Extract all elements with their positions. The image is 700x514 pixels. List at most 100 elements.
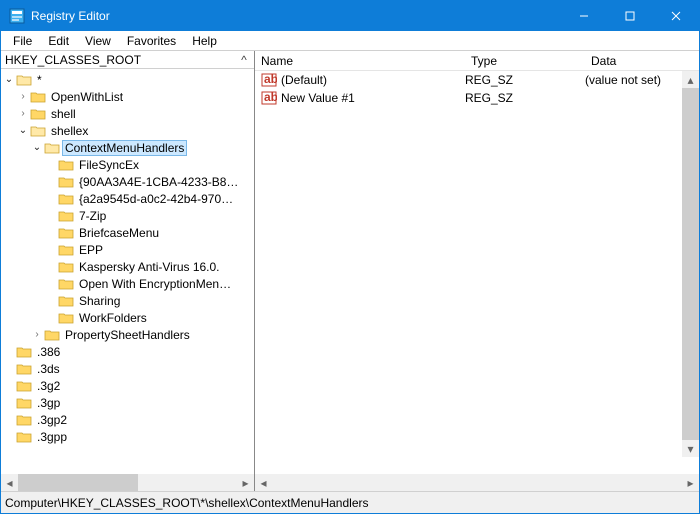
collapse-icon[interactable]: ⌄ [17, 125, 29, 136]
list-row[interactable]: ab New Value #1REG_SZ [255, 89, 699, 107]
scroll-right-icon[interactable]: ▸ [682, 474, 699, 491]
value-name: (Default) [281, 73, 465, 87]
tree-item[interactable]: EPP [3, 241, 254, 258]
folder-icon [16, 345, 32, 359]
list-row[interactable]: ab(Default)REG_SZ(value not set) [255, 71, 699, 89]
folder-icon [58, 243, 74, 257]
string-value-icon: ab [261, 72, 277, 88]
scroll-right-icon[interactable]: ▸ [237, 474, 254, 491]
scroll-left-icon[interactable]: ◂ [255, 474, 272, 491]
tree-item[interactable]: {a2a9545d-a0c2-42b4-970… [3, 190, 254, 207]
folder-icon [58, 311, 74, 325]
folder-icon [58, 209, 74, 223]
folder-icon [30, 124, 46, 138]
tree-item-label: {a2a9545d-a0c2-42b4-970… [77, 192, 235, 206]
tree-item[interactable]: Sharing [3, 292, 254, 309]
folder-icon [58, 175, 74, 189]
column-data[interactable]: Data [585, 54, 699, 68]
tree-item[interactable]: 7-Zip [3, 207, 254, 224]
tree-item-label: EPP [77, 243, 105, 257]
tree-item[interactable]: .3ds [3, 360, 254, 377]
tree-item-label: .3g2 [35, 379, 62, 393]
folder-icon [16, 413, 32, 427]
close-button[interactable] [653, 1, 699, 31]
tree-panel: HKEY_CLASSES_ROOT ^ ⌄*›OpenWithList›shel… [1, 51, 255, 491]
tree-header[interactable]: HKEY_CLASSES_ROOT ^ [1, 51, 254, 69]
tree-item-label: ContextMenuHandlers [63, 141, 186, 155]
tree-item-label: .3ds [35, 362, 62, 376]
tree-item[interactable]: .3gp [3, 394, 254, 411]
tree-item-label: .3gpp [35, 430, 69, 444]
tree-item[interactable]: {90AA3A4E-1CBA-4233-B8… [3, 173, 254, 190]
folder-icon [16, 430, 32, 444]
folder-icon [16, 379, 32, 393]
menu-edit[interactable]: Edit [40, 32, 77, 50]
value-type: REG_SZ [465, 91, 585, 105]
folder-icon [58, 192, 74, 206]
value-name: New Value #1 [281, 91, 465, 105]
tree-item[interactable]: ›OpenWithList [3, 88, 254, 105]
expand-icon[interactable]: › [17, 108, 29, 119]
tree-item-label: {90AA3A4E-1CBA-4233-B8… [77, 175, 240, 189]
minimize-button[interactable] [561, 1, 607, 31]
menu-favorites[interactable]: Favorites [119, 32, 184, 50]
svg-text:ab: ab [264, 72, 277, 86]
expand-icon[interactable]: › [31, 329, 43, 340]
list-header: Name Type Data [255, 51, 699, 71]
svg-text:ab: ab [264, 90, 277, 104]
scroll-left-icon[interactable]: ◂ [1, 474, 18, 491]
folder-icon [30, 90, 46, 104]
folder-icon [58, 277, 74, 291]
tree-item-label: .3gp [35, 396, 62, 410]
tree-item[interactable]: › shell [3, 105, 254, 122]
list-horizontal-scrollbar[interactable]: ◂ ▸ [255, 474, 699, 491]
tree-item[interactable]: ⌄* [3, 71, 254, 88]
tree-item[interactable]: .386 [3, 343, 254, 360]
column-type[interactable]: Type [465, 54, 585, 68]
titlebar: Registry Editor [1, 1, 699, 31]
folder-icon [30, 107, 46, 121]
tree-item-label: shellex [49, 124, 90, 138]
tree-item[interactable]: Kaspersky Anti-Virus 16.0. [3, 258, 254, 275]
app-icon [9, 8, 25, 24]
column-name[interactable]: Name [255, 54, 465, 68]
tree-item[interactable]: .3gpp [3, 428, 254, 445]
tree-item[interactable]: Open With EncryptionMen… [3, 275, 254, 292]
tree-item-label: PropertySheetHandlers [63, 328, 192, 342]
tree-item[interactable]: ⌄ ContextMenuHandlers [3, 139, 254, 156]
statusbar: Computer\HKEY_CLASSES_ROOT\*\shellex\Con… [1, 491, 699, 513]
folder-icon [16, 73, 32, 87]
tree-item-label: BriefcaseMenu [77, 226, 161, 240]
statusbar-path: Computer\HKEY_CLASSES_ROOT\*\shellex\Con… [5, 496, 369, 510]
collapse-icon[interactable]: ⌄ [3, 74, 15, 85]
tree-item[interactable]: .3g2 [3, 377, 254, 394]
menu-file[interactable]: File [5, 32, 40, 50]
tree-item[interactable]: BriefcaseMenu [3, 224, 254, 241]
tree[interactable]: ⌄*›OpenWithList›shell⌄shellex⌄ContextMen… [1, 69, 254, 474]
folder-icon [16, 362, 32, 376]
expand-icon[interactable]: › [17, 91, 29, 102]
tree-item-label: shell [49, 107, 78, 121]
menu-help[interactable]: Help [184, 32, 225, 50]
folder-icon [58, 158, 74, 172]
tree-item-label: Sharing [77, 294, 122, 308]
scroll-down-icon[interactable]: ▾ [682, 440, 699, 457]
window-title: Registry Editor [31, 9, 561, 23]
tree-item[interactable]: › PropertySheetHandlers [3, 326, 254, 343]
tree-root-label: HKEY_CLASSES_ROOT [5, 53, 238, 67]
collapse-icon[interactable]: ⌄ [31, 142, 43, 153]
tree-item[interactable]: FileSyncEx [3, 156, 254, 173]
list-body[interactable]: ab(Default)REG_SZ(value not set)abNew Va… [255, 71, 699, 474]
folder-icon [44, 141, 60, 155]
tree-item[interactable]: WorkFolders [3, 309, 254, 326]
tree-item[interactable]: .3gp2 [3, 411, 254, 428]
tree-horizontal-scrollbar[interactable]: ◂ ▸ [1, 474, 254, 491]
folder-icon [44, 328, 60, 342]
tree-item-label: .386 [35, 345, 62, 359]
list-vertical-scrollbar[interactable]: ▴ ▾ [682, 71, 699, 457]
menu-view[interactable]: View [77, 32, 119, 50]
tree-item[interactable]: ⌄ shellex [3, 122, 254, 139]
maximize-button[interactable] [607, 1, 653, 31]
tree-item-label: * [35, 73, 44, 87]
scroll-up-icon[interactable]: ▴ [682, 71, 699, 88]
